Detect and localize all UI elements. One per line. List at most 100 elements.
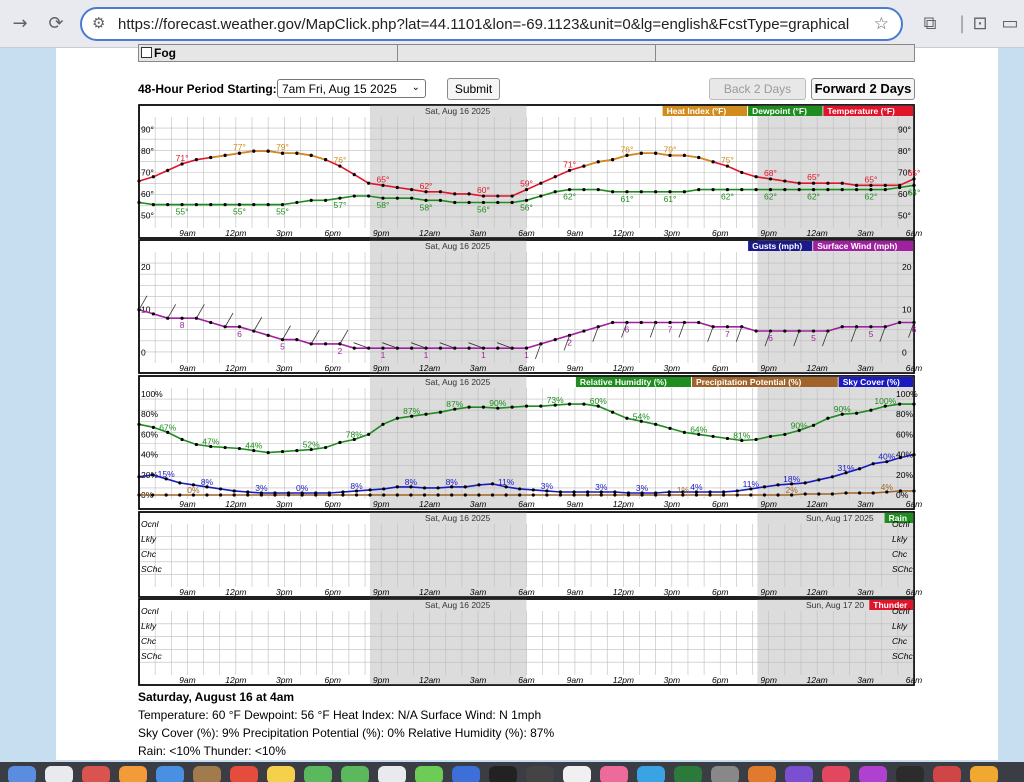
series-point [840,188,844,192]
time-tick-label: 3am [470,587,487,597]
time-tick-label: 3pm [276,228,293,238]
dock-app-icon[interactable] [933,766,961,782]
dock-app-icon[interactable] [267,766,295,782]
series-point [232,489,236,493]
dock-app-icon[interactable] [896,766,924,782]
series-point [510,194,514,198]
time-tick-label: 6pm [324,499,341,509]
series-point [625,416,629,420]
dock-app-icon[interactable] [674,766,702,782]
data-label: 60° [477,185,490,195]
data-label: 58° [420,202,433,212]
dock-app-icon[interactable] [378,766,406,782]
dock-app-icon[interactable] [341,766,369,782]
dock-app-icon[interactable] [452,766,480,782]
dock-app-icon[interactable] [600,766,628,782]
time-tick-label: 3am [857,228,874,238]
time-tick-label: 9pm [760,363,777,373]
dock-app-icon[interactable] [415,766,443,782]
series-point [490,493,495,497]
time-tick-label: 9am [567,675,584,685]
dock-app-icon[interactable] [82,766,110,782]
dock-app-icon[interactable] [822,766,850,782]
dock-app-icon[interactable] [637,766,665,782]
observation-line-1: Temperature: 60 °F Dewpoint: 56 °F Heat … [138,708,542,722]
legend-entry: Sky Cover (%) [843,377,900,387]
series-point [395,493,399,497]
y-tick-label: 90° [898,125,911,135]
time-tick-label: 9pm [760,587,777,597]
series-point [352,194,356,198]
time-tick-label: 6am [518,499,535,509]
data-label: 1 [424,350,429,360]
series-point [708,490,712,494]
dock-app-icon[interactable] [45,766,73,782]
dock-app-icon[interactable] [193,766,221,782]
dock-app-icon[interactable] [119,766,147,782]
time-tick-label: 6am [906,587,923,597]
series-point [436,486,440,490]
data-label: 18% [783,474,800,484]
series-point [553,338,557,342]
dock-app-icon[interactable] [526,766,554,782]
time-tick-label: 6pm [324,228,341,238]
date-label: Sat, Aug 16 2025 [425,106,490,116]
time-tick-label: 12am [806,228,827,238]
series-point [539,194,543,198]
time-tick-label: 12am [419,363,440,373]
time-tick-label: 6am [518,675,535,685]
data-label: 76° [621,144,634,154]
data-label: 15% [158,469,175,479]
series-point [137,422,141,426]
dock-app-icon[interactable] [785,766,813,782]
dock-app-icon[interactable] [748,766,776,782]
series-point [300,493,304,497]
y-tick-label: Ocnl [141,606,160,616]
legend-entry: Precipitation Potential (%) [696,377,801,387]
series-point [477,483,481,487]
series-point [567,402,572,406]
series-point [711,188,715,192]
data-label: 2% [785,485,798,495]
series-point [381,422,385,426]
series-point [422,486,427,490]
dock-app-icon[interactable] [230,766,258,782]
observation-line-2: Sky Cover (%): 9% Precipitation Potentia… [138,726,555,740]
dock-app-icon[interactable] [563,766,591,782]
time-tick-label: 12am [806,499,827,509]
dock-app-icon[interactable] [970,766,998,782]
data-label: 77° [233,142,246,152]
series-point [223,203,227,207]
dock-app-icon[interactable] [304,766,332,782]
time-tick-label: 9am [567,363,584,373]
time-tick-label: 12pm [225,587,246,597]
series-point [844,491,848,495]
series-point [467,192,471,196]
series-point [205,493,209,497]
legend-entry: Surface Wind (mph) [817,241,897,251]
data-label: 8 [180,320,185,330]
series-point [151,175,155,179]
time-tick-label: 9am [567,587,584,597]
series-point [558,490,563,494]
dock-app-icon[interactable] [859,766,887,782]
time-tick-label: 9pm [373,499,390,509]
y-tick-label: Ocnl [892,606,911,616]
data-label: 87% [403,406,420,416]
night-shading [369,240,527,373]
dock-app-icon[interactable] [711,766,739,782]
y-tick-label: 20 [902,262,912,272]
series-point [749,493,753,497]
dock-app-icon[interactable] [156,766,184,782]
time-tick-label: 9am [179,363,196,373]
time-tick-label: 9am [567,228,584,238]
dock-app-icon[interactable] [489,766,517,782]
series-point [762,485,767,489]
time-tick-label: 6pm [712,587,729,597]
dock-app-icon[interactable] [8,766,36,782]
series-point [596,188,600,192]
time-tick-label: 9am [179,228,196,238]
series-point [295,151,299,155]
time-tick-label: 9am [179,587,196,597]
y-tick-label: 20% [896,470,913,480]
